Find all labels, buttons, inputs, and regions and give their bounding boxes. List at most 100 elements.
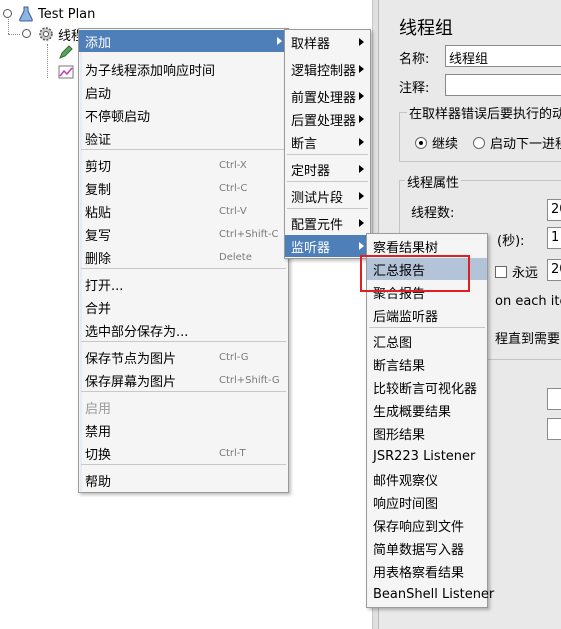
menu-item[interactable]: 为子线程添加响应时间: [79, 58, 288, 80]
menu-item[interactable]: 保存节点为图片 Ctrl-G: [79, 346, 288, 368]
gear-icon: [39, 27, 53, 41]
listener-menu-item[interactable]: 生成概要结果: [367, 399, 487, 421]
tree-node-label: Test Plan: [38, 6, 96, 22]
add-menu-item[interactable]: 监听器: [285, 235, 370, 257]
forever-checkbox[interactable]: 永远: [495, 262, 538, 281]
checkbox[interactable]: [495, 266, 507, 278]
listener-menu-item[interactable]: 汇总图: [367, 330, 487, 352]
add-menu-item[interactable]: 断言: [285, 131, 370, 153]
chevron-right-icon: [359, 65, 364, 73]
radio-next-loop[interactable]: 启动下一进程: [473, 133, 561, 152]
menu-item[interactable]: 复写 Ctrl+Shift-C: [79, 223, 288, 245]
menu-item-label: 合并: [85, 301, 112, 317]
menu-separator: [287, 154, 368, 155]
listener-menu-item[interactable]: 断言结果: [367, 353, 487, 375]
listener-menu-item[interactable]: 保存响应到文件: [367, 514, 487, 536]
menu-item[interactable]: 验证: [79, 127, 288, 149]
menu-item-label: 比较断言可视化器: [373, 381, 478, 397]
menu-item-label: 复写: [85, 228, 112, 244]
menu-item-shortcut: Ctrl+Shift-C: [219, 228, 279, 240]
radio-label: 启动下一进程: [490, 137, 561, 152]
listener-menu-item[interactable]: 比较断言可视化器: [367, 376, 487, 398]
menu-item[interactable]: 切换 Ctrl-T: [79, 442, 288, 464]
add-menu-item[interactable]: 逻辑控制器: [285, 58, 370, 80]
collapse-handle[interactable]: [22, 29, 31, 38]
menu-item[interactable]: 选中部分保存为...: [79, 319, 288, 341]
menu-item: 启用: [79, 396, 288, 418]
menu-item-label: JSR223 Listener: [373, 448, 476, 464]
menu-item-shortcut: Ctrl-V: [219, 205, 247, 217]
name-label: 名称:: [399, 52, 430, 67]
chevron-right-icon: [359, 92, 364, 100]
menu-separator: [81, 341, 286, 342]
context-menu: 添加为子线程添加响应时间 启动不停顿启动 验证剪切 Ctrl-X 复制 Ctrl-C 粘贴 C…: [78, 28, 289, 493]
menu-item[interactable]: 粘贴 Ctrl-V: [79, 200, 288, 222]
name-field[interactable]: 线程组: [445, 45, 561, 67]
page-title: 线程组: [399, 18, 453, 39]
thread-count-field[interactable]: 20: [547, 199, 561, 221]
add-menu-item[interactable]: 后置处理器: [285, 108, 370, 130]
loop-count-field[interactable]: 20: [547, 259, 561, 281]
menu-item[interactable]: 合并: [79, 296, 288, 318]
tree-connector: [47, 44, 48, 78]
chevron-right-icon: [359, 38, 364, 46]
rampup-field[interactable]: 1: [547, 227, 561, 249]
pencil-icon: [59, 45, 73, 59]
menu-item[interactable]: 帮助: [79, 469, 288, 491]
menu-item-label: 后置处理器: [291, 113, 357, 129]
comment-field[interactable]: [445, 74, 561, 96]
menu-item[interactable]: 剪切 Ctrl-X: [79, 154, 288, 176]
listener-menu-item[interactable]: BeanShell Listener: [367, 583, 494, 605]
tree-node-test-plan[interactable]: Test Plan: [18, 4, 95, 24]
listener-menu-item[interactable]: JSR223 Listener: [367, 445, 487, 467]
duration-field[interactable]: [547, 388, 561, 410]
thread-count-label: 线程数:: [411, 206, 455, 221]
collapse-handle[interactable]: [3, 9, 12, 18]
menu-item[interactable]: 启动: [79, 81, 288, 103]
listener-menu-item[interactable]: 后端监听器: [367, 304, 487, 326]
menu-item-label: 添加: [85, 35, 112, 51]
add-menu-item[interactable]: 定时器: [285, 158, 370, 180]
startup-delay-field[interactable]: [547, 418, 561, 440]
menu-item[interactable]: 添加: [79, 30, 288, 52]
menu-item-shortcut: Ctrl+Shift-G: [219, 374, 280, 386]
menu-item-label: 测试片段: [291, 190, 344, 206]
add-menu-item[interactable]: 前置处理器: [285, 85, 370, 107]
menu-item-label: 察看结果树: [373, 240, 439, 256]
listener-menu-item[interactable]: 图形结果: [367, 422, 487, 444]
add-menu-item[interactable]: 取样器: [285, 31, 370, 53]
menu-item[interactable]: 删除 Delete: [79, 246, 288, 268]
menu-item-label: 前置处理器: [291, 90, 357, 106]
menu-item-label: 剪切: [85, 159, 112, 175]
listener-menu-item[interactable]: 察看结果树: [367, 235, 487, 257]
highlight-annotation-box: [360, 255, 470, 292]
menu-item-label: 图形结果: [373, 427, 426, 443]
add-menu-item[interactable]: 配置元件: [285, 212, 370, 234]
menu-separator: [287, 181, 368, 182]
radio-continue[interactable]: 继续: [415, 133, 458, 152]
radio-button[interactable]: [473, 137, 485, 149]
chevron-right-icon: [359, 192, 364, 200]
menu-item[interactable]: 不停顿启动: [79, 104, 288, 126]
radio-button[interactable]: [415, 137, 427, 149]
flask-icon: [19, 6, 33, 22]
menu-item-label: 切换: [85, 447, 112, 463]
listener-menu-item[interactable]: 用表格察看结果: [367, 560, 487, 582]
menu-item-label: 帮助: [85, 474, 112, 490]
menu-item-label: 逻辑控制器: [291, 63, 357, 79]
menu-item-label: 为子线程添加响应时间: [85, 63, 216, 79]
rampup-label: (秒):: [497, 234, 525, 249]
menu-item[interactable]: 复制 Ctrl-C: [79, 177, 288, 199]
menu-item[interactable]: 禁用: [79, 419, 288, 441]
listener-menu-item[interactable]: 响应时间图: [367, 491, 487, 513]
listener-menu-item[interactable]: 邮件观察仪: [367, 468, 487, 490]
menu-item-label: 配置元件: [291, 217, 344, 233]
same-user-text: on each iter: [495, 294, 561, 309]
menu-item-label: 断言结果: [373, 358, 426, 374]
listener-menu-item[interactable]: 简单数据写入器: [367, 537, 487, 559]
menu-item-label: 响应时间图: [373, 496, 439, 512]
menu-item[interactable]: 保存屏幕为图片 Ctrl+Shift-G: [79, 369, 288, 391]
menu-item[interactable]: 打开...: [79, 273, 288, 295]
menu-item-label: 启动: [85, 86, 112, 102]
add-menu-item[interactable]: 测试片段: [285, 185, 370, 207]
